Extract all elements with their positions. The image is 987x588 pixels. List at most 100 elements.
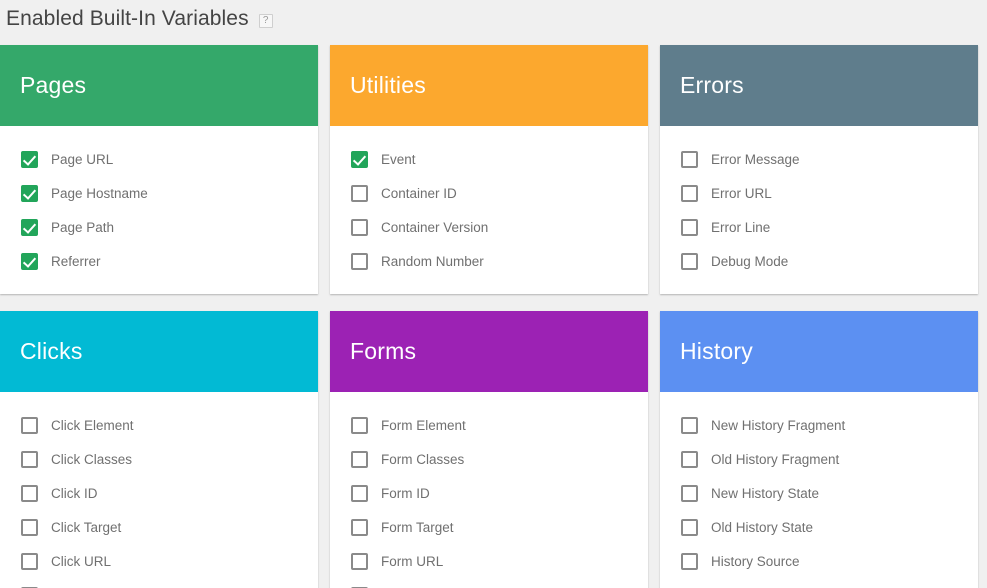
checkbox-row[interactable]: Form Text: [330, 578, 648, 588]
checkbox-row[interactable]: Form Classes: [330, 442, 648, 476]
checkbox-label: Click ID: [51, 485, 98, 501]
checkbox-unchecked-icon[interactable]: [21, 416, 38, 434]
card-body-clicks: Click Element Click Classes Click ID Click …: [0, 392, 318, 588]
checkbox-label: New History Fragment: [711, 417, 846, 433]
card-title-utilities: Utilities: [350, 72, 426, 98]
checkbox-row[interactable]: Form Element: [330, 408, 648, 442]
checkbox-unchecked-icon[interactable]: [681, 184, 698, 202]
checkbox-row[interactable]: Form Target: [330, 510, 648, 544]
card-header-errors: Errors: [660, 45, 978, 126]
checkbox-row[interactable]: Container ID: [330, 176, 648, 210]
checkbox-row[interactable]: Click Text: [0, 578, 318, 588]
checkbox-unchecked-icon[interactable]: [681, 450, 698, 468]
checkbox-label: New History State: [711, 485, 820, 501]
checkbox-checked-icon[interactable]: [351, 150, 368, 168]
checkbox-unchecked-icon[interactable]: [21, 450, 38, 468]
card-title-forms: Forms: [350, 338, 417, 364]
checkbox-label: Page Path: [51, 219, 115, 235]
checkbox-row[interactable]: Container Version: [330, 210, 648, 244]
checkbox-unchecked-icon[interactable]: [681, 218, 698, 236]
checkbox-label: Page URL: [51, 151, 114, 167]
checkbox-row[interactable]: Click URL: [0, 544, 318, 578]
checkbox-label: Referrer: [51, 253, 101, 269]
checkbox-label: Click Classes: [51, 451, 133, 467]
checkbox-label: History Source: [711, 553, 800, 569]
checkbox-unchecked-icon[interactable]: [21, 484, 38, 502]
checkbox-row[interactable]: Event: [330, 142, 648, 176]
card-header-clicks: Clicks: [0, 311, 318, 392]
checkbox-label: Debug Mode: [711, 253, 789, 269]
checkbox-row[interactable]: Error Line: [660, 210, 978, 244]
card-errors: Errors Error Message Error URL Error Line De…: [660, 45, 978, 294]
checkbox-row[interactable]: New History State: [660, 476, 978, 510]
checkbox-row[interactable]: Click Classes: [0, 442, 318, 476]
checkbox-unchecked-icon[interactable]: [681, 518, 698, 536]
checkbox-row[interactable]: Click ID: [0, 476, 318, 510]
checkbox-label: Old History State: [711, 519, 814, 535]
checkbox-checked-icon[interactable]: [21, 150, 38, 168]
card-body-forms: Form Element Form Classes Form ID Form Targ…: [330, 392, 648, 588]
checkbox-row[interactable]: Error Message: [660, 142, 978, 176]
variable-card-grid: Pages Page URL Page Hostname Page Path Refer…: [0, 45, 987, 588]
checkbox-unchecked-icon[interactable]: [681, 252, 698, 270]
checkbox-checked-icon[interactable]: [21, 184, 38, 202]
checkbox-row[interactable]: Referrer: [0, 244, 318, 278]
card-body-pages: Page URL Page Hostname Page Path Referrer: [0, 126, 318, 294]
card-clicks: Clicks Click Element Click Classes Click ID…: [0, 311, 318, 588]
checkbox-unchecked-icon[interactable]: [351, 218, 368, 236]
checkbox-unchecked-icon[interactable]: [351, 484, 368, 502]
checkbox-unchecked-icon[interactable]: [681, 484, 698, 502]
checkbox-label: Event: [381, 151, 416, 167]
checkbox-row[interactable]: New History Fragment: [660, 408, 978, 442]
checkbox-unchecked-icon[interactable]: [351, 552, 368, 570]
checkbox-row[interactable]: Debug Mode: [660, 244, 978, 278]
checkbox-unchecked-icon[interactable]: [351, 252, 368, 270]
checkbox-label: Form Target: [381, 519, 454, 535]
checkbox-row[interactable]: Form URL: [330, 544, 648, 578]
checkbox-unchecked-icon[interactable]: [681, 552, 698, 570]
checkbox-row[interactable]: Old History State: [660, 510, 978, 544]
checkbox-unchecked-icon[interactable]: [351, 184, 368, 202]
checkbox-label: Random Number: [381, 253, 484, 269]
checkbox-row[interactable]: Page Path: [0, 210, 318, 244]
card-forms: Forms Form Element Form Classes Form ID Form…: [330, 311, 648, 588]
checkbox-label: Container ID: [381, 185, 457, 201]
checkbox-row[interactable]: History Source: [660, 544, 978, 578]
checkbox-label: Click URL: [51, 553, 112, 569]
enabled-built-in-variables-page: Enabled Built-In Variables ? Pages Page U…: [0, 0, 987, 588]
checkbox-row[interactable]: Old History Fragment: [660, 442, 978, 476]
checkbox-checked-icon[interactable]: [21, 218, 38, 236]
card-header-forms: Forms: [330, 311, 648, 392]
card-header-utilities: Utilities: [330, 45, 648, 126]
checkbox-row[interactable]: Click Target: [0, 510, 318, 544]
help-icon[interactable]: ?: [258, 14, 273, 28]
checkbox-unchecked-icon[interactable]: [21, 518, 38, 536]
checkbox-unchecked-icon[interactable]: [681, 150, 698, 168]
card-history: History New History Fragment Old History F…: [660, 311, 978, 588]
checkbox-row[interactable]: Page URL: [0, 142, 318, 176]
checkbox-label: Old History Fragment: [711, 451, 840, 467]
card-pages: Pages Page URL Page Hostname Page Path Refer…: [0, 45, 318, 294]
checkbox-label: Page Hostname: [51, 185, 148, 201]
checkbox-label: Click Element: [51, 417, 134, 433]
checkbox-label: Form Classes: [381, 451, 465, 467]
page-header: Enabled Built-In Variables ?: [0, 0, 987, 38]
checkbox-label: Error Line: [711, 219, 771, 235]
checkbox-unchecked-icon[interactable]: [351, 450, 368, 468]
checkbox-unchecked-icon[interactable]: [21, 552, 38, 570]
checkbox-row[interactable]: Click Element: [0, 408, 318, 442]
checkbox-row[interactable]: Random Number: [330, 244, 648, 278]
card-title-history: History: [680, 338, 753, 364]
checkbox-row[interactable]: Form ID: [330, 476, 648, 510]
checkbox-label: Error URL: [711, 185, 772, 201]
checkbox-label: Form ID: [381, 485, 430, 501]
checkbox-unchecked-icon[interactable]: [351, 518, 368, 536]
checkbox-label: Form URL: [381, 553, 444, 569]
checkbox-row[interactable]: Error URL: [660, 176, 978, 210]
checkbox-unchecked-icon[interactable]: [351, 416, 368, 434]
checkbox-unchecked-icon[interactable]: [681, 416, 698, 434]
checkbox-checked-icon[interactable]: [21, 252, 38, 270]
card-title-pages: Pages: [20, 72, 87, 98]
card-body-history: New History Fragment Old History Fragment…: [660, 392, 978, 588]
checkbox-row[interactable]: Page Hostname: [0, 176, 318, 210]
